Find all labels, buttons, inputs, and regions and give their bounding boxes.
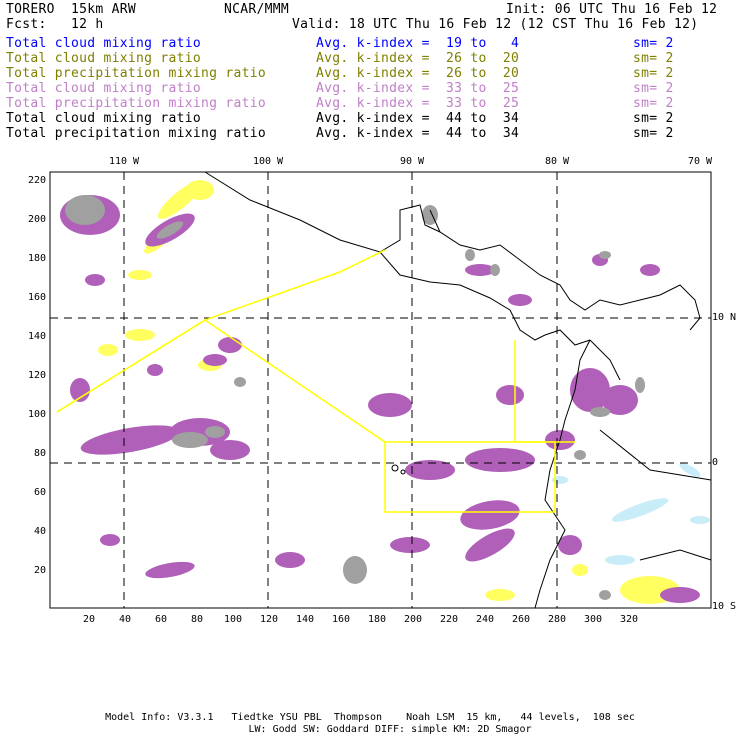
mid-cloud-region — [210, 440, 250, 460]
mid-cloud-region — [558, 535, 582, 555]
mid-cloud-region — [100, 534, 120, 546]
x-tick-label: 120 — [259, 614, 279, 625]
heavy-cloud-region — [343, 556, 367, 584]
ice-cloud-region — [690, 516, 710, 524]
x-tick-label: 280 — [547, 614, 567, 625]
light-cloud-region — [125, 329, 155, 341]
x-tick-label: 100 — [223, 614, 243, 625]
lat-label: 0 — [712, 457, 719, 468]
x-tick-label: 20 — [82, 614, 96, 625]
galapagos-island — [391, 464, 399, 472]
lat-label: 10 S — [712, 601, 737, 612]
light-cloud-region — [98, 344, 118, 356]
mid-cloud-region — [85, 274, 105, 286]
lon-label: 110 W — [108, 156, 140, 167]
mid-cloud-region — [218, 337, 242, 353]
x-tick-label: 140 — [295, 614, 315, 625]
light-cloud-region — [572, 564, 588, 576]
mid-cloud-region — [368, 393, 412, 417]
galapagos-island — [400, 469, 406, 475]
x-tick-label: 240 — [475, 614, 495, 625]
light-cloud-region — [186, 180, 214, 200]
y-tick-label: 120 — [27, 370, 46, 381]
y-tick-label: 100 — [27, 409, 46, 420]
coastline — [639, 549, 712, 561]
y-tick-label: 20 — [33, 565, 46, 576]
y-tick-label: 200 — [27, 214, 46, 225]
y-tick-label: 220 — [27, 175, 46, 186]
flight-track — [56, 319, 516, 443]
lon-label: 70 W — [687, 156, 713, 167]
x-tick-label: 320 — [619, 614, 639, 625]
ice-cloud-region — [605, 555, 635, 565]
light-cloud-region — [128, 270, 152, 280]
heavy-cloud-region — [65, 195, 105, 225]
y-tick-label: 60 — [33, 487, 46, 498]
heavy-cloud-region — [172, 432, 208, 448]
flight-box — [384, 441, 556, 513]
footer-physics: LW: Godd SW: Goddard DIFF: simple KM: 2D… — [248, 724, 532, 735]
mid-cloud-region — [660, 587, 700, 603]
heavy-cloud-region — [490, 264, 500, 276]
mid-cloud-region — [80, 425, 180, 455]
x-tick-label: 260 — [511, 614, 531, 625]
x-tick-label: 60 — [154, 614, 168, 625]
mid-cloud-region — [390, 537, 430, 553]
mid-cloud-region — [640, 264, 660, 276]
x-tick-label: 180 — [367, 614, 387, 625]
mid-cloud-region — [147, 364, 163, 376]
y-tick-label: 40 — [33, 526, 46, 537]
lon-label: 100 W — [252, 156, 284, 167]
y-tick-label: 140 — [27, 331, 46, 342]
x-tick-label: 40 — [118, 614, 132, 625]
mid-cloud-region — [496, 385, 524, 405]
light-cloud-region — [485, 589, 515, 601]
map-panel — [49, 171, 712, 609]
heavy-cloud-region — [574, 450, 586, 460]
ice-cloud-region — [611, 498, 669, 522]
x-tick-label: 220 — [439, 614, 459, 625]
mid-cloud-region — [145, 561, 195, 579]
heavy-cloud-region — [465, 249, 475, 261]
heavy-cloud-region — [590, 407, 610, 417]
lon-label: 80 W — [544, 156, 570, 167]
lat-label: 10 N — [712, 312, 737, 323]
y-tick-label: 180 — [27, 253, 46, 264]
coastline — [204, 171, 701, 331]
mid-cloud-region — [275, 552, 305, 568]
y-tick-label: 160 — [27, 292, 46, 303]
x-tick-label: 200 — [403, 614, 423, 625]
heavy-cloud-region — [234, 377, 246, 387]
x-tick-label: 300 — [583, 614, 603, 625]
mid-cloud-region — [460, 500, 520, 530]
heavy-cloud-region — [635, 377, 645, 393]
heavy-cloud-region — [205, 426, 225, 438]
heavy-cloud-region — [599, 590, 611, 600]
mid-cloud-region — [203, 354, 227, 366]
x-tick-label: 160 — [331, 614, 351, 625]
mid-cloud-region — [465, 448, 535, 472]
heavy-cloud-region — [599, 251, 611, 259]
x-tick-label: 80 — [190, 614, 204, 625]
lon-label: 90 W — [399, 156, 425, 167]
footer-model-info: Model Info: V3.3.1 Tiedtke YSU PBL Thomp… — [105, 712, 635, 723]
y-tick-label: 80 — [33, 448, 46, 459]
mid-cloud-region — [508, 294, 532, 306]
